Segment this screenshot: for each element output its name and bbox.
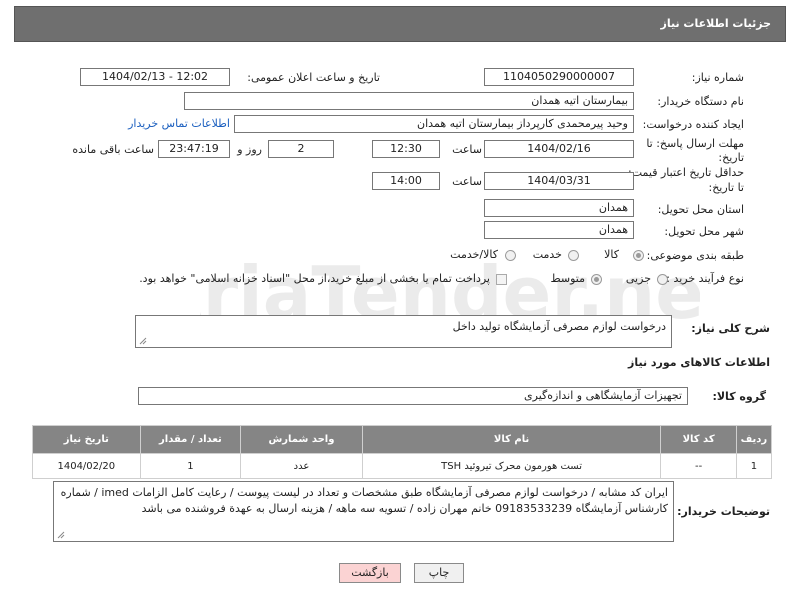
requester-label: ایجاد کننده درخواست: bbox=[642, 118, 744, 131]
cell-quantity: 1 bbox=[139, 453, 242, 479]
deadline-time-field: 12:30 bbox=[372, 140, 440, 158]
delivery-province-field: همدان bbox=[484, 199, 634, 217]
column-header-unit: واحد شمارش bbox=[240, 425, 363, 454]
column-header-need-date: تاریخ نیاز bbox=[32, 425, 141, 454]
deadline-label-line2: تاریخ: bbox=[718, 151, 744, 164]
column-header-name: نام کالا bbox=[361, 425, 662, 454]
announce-datetime-label: تاریخ و ساعت اعلان عمومی: bbox=[247, 71, 380, 84]
process-label: نوع فرآیند خرید : bbox=[666, 272, 744, 285]
table-row: 1 -- تست هورمون محرک تیروئید TSH عدد 1 1… bbox=[32, 453, 773, 479]
treasury-checkbox[interactable] bbox=[496, 274, 507, 285]
buyer-notes-text: ایران کد مشابه / درخواست لوازم مصرفی آزم… bbox=[60, 486, 668, 515]
process-option-minor: جزیی bbox=[625, 272, 651, 285]
description-label: شرح کلی نیاز: bbox=[691, 322, 770, 335]
treasury-note: پرداخت تمام یا بخشی از مبلغ خرید،از محل … bbox=[139, 272, 490, 285]
buyer-notes-textarea[interactable]: ایران کد مشابه / درخواست لوازم مصرفی آزم… bbox=[53, 481, 674, 542]
requester-field: وحید پیرمحمدی کارپرداز بیمارستان اتیه هم… bbox=[234, 115, 634, 133]
category-radio-service[interactable] bbox=[568, 250, 579, 261]
delivery-province-label: استان محل تحویل: bbox=[657, 203, 744, 216]
category-option-goods: کالا bbox=[604, 248, 619, 261]
validity-time-label: ساعت bbox=[452, 175, 482, 188]
buyer-notes-label: توضیحات خریدار: bbox=[677, 505, 770, 518]
category-label: طبقه بندی موضوعی: bbox=[646, 249, 744, 262]
remaining-time-field: 23:47:19 bbox=[158, 140, 230, 158]
page-header: جزئیات اطلاعات نیاز bbox=[14, 6, 786, 42]
need-number-label: شماره نیاز: bbox=[691, 71, 744, 84]
print-button[interactable]: چاپ bbox=[414, 563, 464, 583]
cell-row-number: 1 bbox=[735, 453, 773, 479]
page-title: جزئیات اطلاعات نیاز bbox=[660, 17, 772, 30]
category-radio-goods[interactable] bbox=[633, 250, 644, 261]
process-option-medium: متوسط bbox=[550, 272, 585, 285]
column-header-code: کد کالا bbox=[660, 425, 737, 454]
cell-goods-name: تست هورمون محرک تیروئید TSH bbox=[361, 453, 662, 479]
deadline-time-label: ساعت bbox=[452, 143, 482, 156]
back-button[interactable]: بازگشت bbox=[339, 563, 401, 583]
deadline-days-label: روز و bbox=[237, 143, 262, 156]
description-textarea[interactable]: درخواست لوازم مصرفی آزمایشگاه تولید داخل bbox=[135, 315, 672, 348]
validity-label-line1: حداقل تاریخ اعتبار قیمت: bbox=[628, 166, 744, 179]
validity-time-field: 14:00 bbox=[372, 172, 440, 190]
delivery-city-label: شهر محل تحویل: bbox=[664, 225, 744, 238]
delivery-city-field: همدان bbox=[484, 221, 634, 239]
goods-section-title: اطلاعات کالاهای مورد نیاز bbox=[628, 356, 770, 369]
cell-need-date: 1404/02/20 bbox=[32, 453, 141, 479]
goods-table: ردیف کد کالا نام کالا واحد شمارش تعداد /… bbox=[32, 425, 773, 479]
deadline-date-field: 1404/02/16 bbox=[484, 140, 634, 158]
category-option-service: خدمت bbox=[532, 248, 562, 261]
remaining-time-label: ساعت باقی مانده bbox=[72, 143, 154, 156]
category-radio-goods-service[interactable] bbox=[505, 250, 516, 261]
process-radio-minor[interactable] bbox=[657, 274, 668, 285]
validity-label-line2: تا تاریخ: bbox=[708, 181, 744, 194]
announce-datetime-field: 1404/02/13 - 12:02 bbox=[80, 68, 230, 86]
goods-table-header: ردیف کد کالا نام کالا واحد شمارش تعداد /… bbox=[32, 425, 773, 454]
cell-goods-code: -- bbox=[660, 453, 737, 479]
column-header-row: ردیف bbox=[735, 425, 773, 454]
description-text: درخواست لوازم مصرفی آزمایشگاه تولید داخل bbox=[452, 320, 666, 333]
goods-group-field: تجهیزات آزمایشگاهی و اندازه‌گیری bbox=[138, 387, 688, 405]
resize-grip-icon[interactable] bbox=[57, 531, 65, 539]
column-header-quantity: تعداد / مقدار bbox=[139, 425, 242, 454]
validity-date-field: 1404/03/31 bbox=[484, 172, 634, 190]
cell-unit: عدد bbox=[240, 453, 363, 479]
category-option-goods-service: کالا/خدمت bbox=[450, 248, 498, 261]
resize-grip-icon[interactable] bbox=[139, 337, 147, 345]
goods-group-label: گروه کالا: bbox=[712, 390, 766, 403]
buyer-org-field: بیمارستان اتیه همدان bbox=[184, 92, 634, 110]
buyer-contact-link[interactable]: اطلاعات تماس خریدار bbox=[128, 117, 230, 130]
need-number-field: 1104050290000007 bbox=[484, 68, 634, 86]
deadline-label-line1: مهلت ارسال پاسخ: تا bbox=[646, 137, 744, 150]
process-radio-medium[interactable] bbox=[591, 274, 602, 285]
buyer-org-label: نام دستگاه خریدار: bbox=[657, 95, 744, 108]
deadline-days-field: 2 bbox=[268, 140, 334, 158]
